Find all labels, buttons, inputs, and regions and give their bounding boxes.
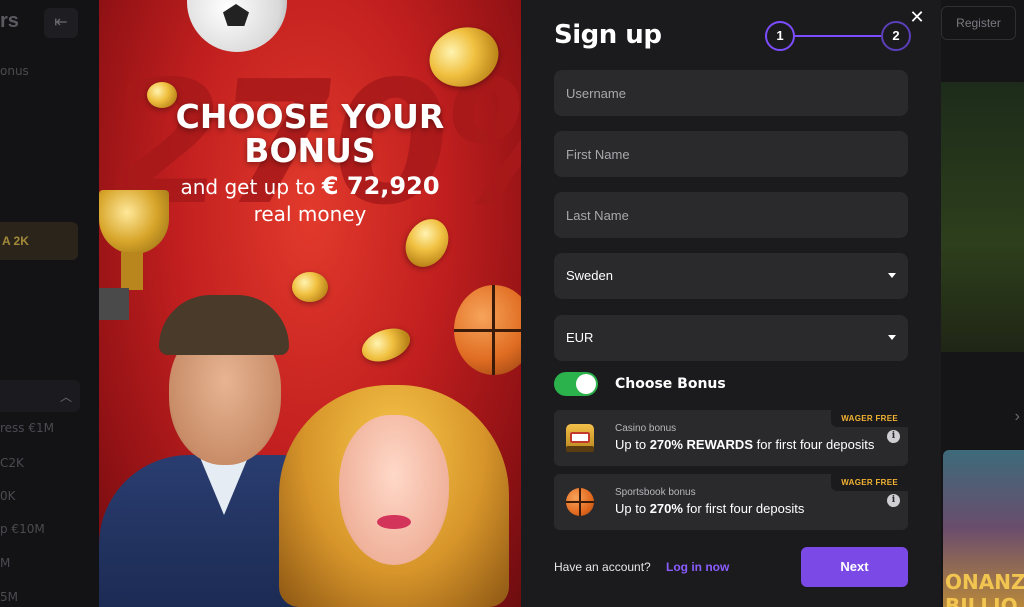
wager-free-badge: WAGER FREE	[831, 410, 908, 427]
promo-badge: A 2K	[0, 222, 78, 260]
bonus-desc-prefix: Up to	[615, 501, 650, 516]
basketball-image	[454, 285, 521, 375]
sidebar-item: 5M	[0, 590, 18, 604]
bonus-description: Up to 270% for first four deposits	[615, 501, 804, 516]
sidebar-item: C2K	[0, 456, 24, 470]
choose-bonus-label: Choose Bonus	[615, 376, 726, 392]
country-value: Sweden	[566, 268, 613, 283]
background-banner	[941, 82, 1024, 352]
step-1: 1	[765, 21, 795, 51]
promo-subtitle-line2: real money	[253, 202, 367, 226]
bonus-desc-highlight: 270%	[649, 501, 683, 516]
promo-title-line1: CHOOSE YOUR	[175, 97, 445, 136]
wager-free-badge: WAGER FREE	[831, 474, 908, 491]
signup-form-panel: ✕ Sign up 1 2 Sweden EUR Choose Bonus WA…	[521, 0, 941, 607]
choose-bonus-toggle[interactable]	[554, 372, 598, 396]
have-account-text: Have an account?	[554, 560, 651, 574]
step-2: 2	[881, 21, 911, 51]
last-name-field[interactable]	[554, 192, 908, 238]
background-sidebar: rs ⇤ onus A 2K ︿ ress €1M C2K 0K p €10M …	[0, 0, 100, 607]
step-indicator: 1 2	[765, 21, 911, 51]
info-icon[interactable]: i	[887, 430, 900, 443]
login-link[interactable]: Log in now	[666, 560, 729, 574]
promo-title-line2: BONUS	[244, 131, 376, 170]
promo-subtitle-prefix: and get up to	[180, 175, 322, 199]
bonus-desc-suffix: for first four deposits	[682, 501, 805, 516]
page-title: Sign up	[554, 20, 662, 50]
chevron-right-icon: ›	[1014, 408, 1020, 425]
bonus-desc-highlight: 270% REWARDS	[649, 437, 753, 452]
sidebar-item: M	[0, 556, 11, 570]
promo-panel: 270% CHOOSE YOUR BONUS and get up to € 7…	[99, 0, 521, 607]
casino-bonus-option[interactable]: WAGER FREE Casino bonus Up to 270% REWAR…	[554, 410, 908, 466]
slot-machine-icon	[566, 424, 594, 452]
promo-headline: CHOOSE YOUR BONUS and get up to € 72,920…	[99, 100, 521, 227]
bonus-type: Casino bonus	[615, 423, 677, 434]
promo-subtitle: and get up to € 72,920	[99, 172, 521, 201]
close-icon[interactable]: ✕	[906, 6, 928, 28]
promo-amount: € 72,920	[321, 172, 440, 200]
chevron-up-icon: ︿	[0, 380, 80, 412]
next-button[interactable]: Next	[801, 547, 908, 587]
menu-collapse-icon[interactable]: ⇤	[44, 8, 78, 38]
currency-value: EUR	[566, 330, 594, 345]
bonus-description: Up to 270% REWARDS for first four deposi…	[615, 437, 874, 452]
country-select[interactable]: Sweden	[554, 253, 908, 299]
caret-down-icon	[888, 335, 896, 340]
caret-down-icon	[888, 273, 896, 278]
currency-select[interactable]: EUR	[554, 315, 908, 361]
sidebar-item: p €10M	[0, 522, 45, 536]
sidebar-item: onus	[0, 64, 29, 78]
toggle-knob	[576, 374, 596, 394]
bonus-desc-suffix: for first four deposits	[753, 437, 875, 452]
register-button: Register	[941, 6, 1016, 40]
game-title: ONANZ BILLIO	[945, 570, 1024, 607]
bonus-desc-prefix: Up to	[615, 437, 650, 452]
first-name-field[interactable]	[554, 131, 908, 177]
username-field[interactable]	[554, 70, 908, 116]
bonus-type: Sportsbook bonus	[615, 487, 696, 498]
woman-illustration	[279, 385, 521, 607]
sidebar-item: ress €1M	[0, 421, 54, 435]
background-content: Register › ONANZ BILLIO	[941, 0, 1024, 607]
brand-logo: rs	[0, 10, 19, 32]
info-icon[interactable]: i	[887, 494, 900, 507]
step-connector	[795, 35, 881, 37]
sidebar-item: 0K	[0, 489, 16, 503]
choose-bonus-row: Choose Bonus	[554, 372, 908, 396]
basketball-icon	[566, 488, 594, 516]
sportsbook-bonus-option[interactable]: WAGER FREE Sportsbook bonus Up to 270% f…	[554, 474, 908, 530]
game-thumbnail: ONANZ BILLIO	[943, 450, 1024, 607]
